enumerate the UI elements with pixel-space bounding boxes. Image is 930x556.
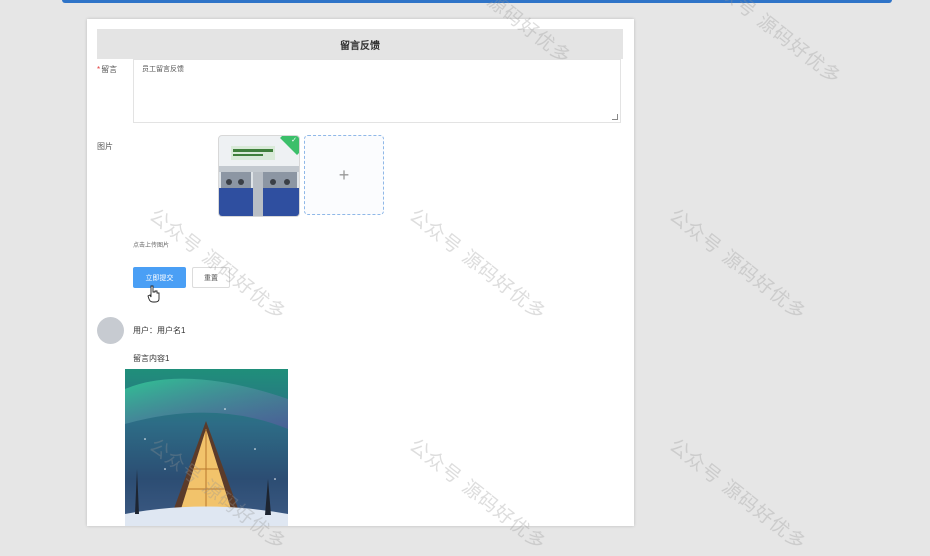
required-star: *: [97, 65, 101, 74]
watermark: 公众号 源码好优多: [700, 0, 846, 89]
comment-content: 留言内容1: [133, 354, 170, 363]
top-accent-bar: [62, 0, 892, 3]
reset-button[interactable]: 重置: [192, 267, 230, 288]
upload-tip: 点击上传图片: [133, 243, 170, 249]
message-value: 员工留言反馈: [142, 66, 184, 73]
image-label: 图片: [97, 142, 113, 151]
watermark: 公众号 源码好优多: [665, 434, 811, 555]
office-photo: [219, 136, 299, 216]
hand-pointer-icon: [147, 285, 160, 303]
watermark: 公众号 源码好优多: [665, 204, 811, 325]
upload-button[interactable]: +: [304, 135, 384, 215]
plus-icon: +: [338, 164, 350, 185]
page-title: 留言反馈: [97, 29, 623, 59]
message-textarea[interactable]: 员工留言反馈: [133, 59, 621, 123]
aurora-cabin-photo: [125, 369, 288, 526]
check-icon: ✓: [291, 137, 297, 144]
feedback-panel: 留言反馈 *留言 员工留言反馈 图片 ✓ + 点击上传图片 立即提交 重置 用户…: [87, 19, 634, 526]
avatar: [97, 317, 124, 344]
uploaded-image-thumbnail[interactable]: ✓: [218, 135, 300, 217]
message-label-wrap: *留言: [97, 64, 117, 75]
comment-image: [125, 369, 288, 526]
comment-user: 用户：用户名1: [133, 326, 186, 335]
message-label: 留言: [101, 65, 118, 74]
resize-handle[interactable]: [612, 114, 618, 120]
